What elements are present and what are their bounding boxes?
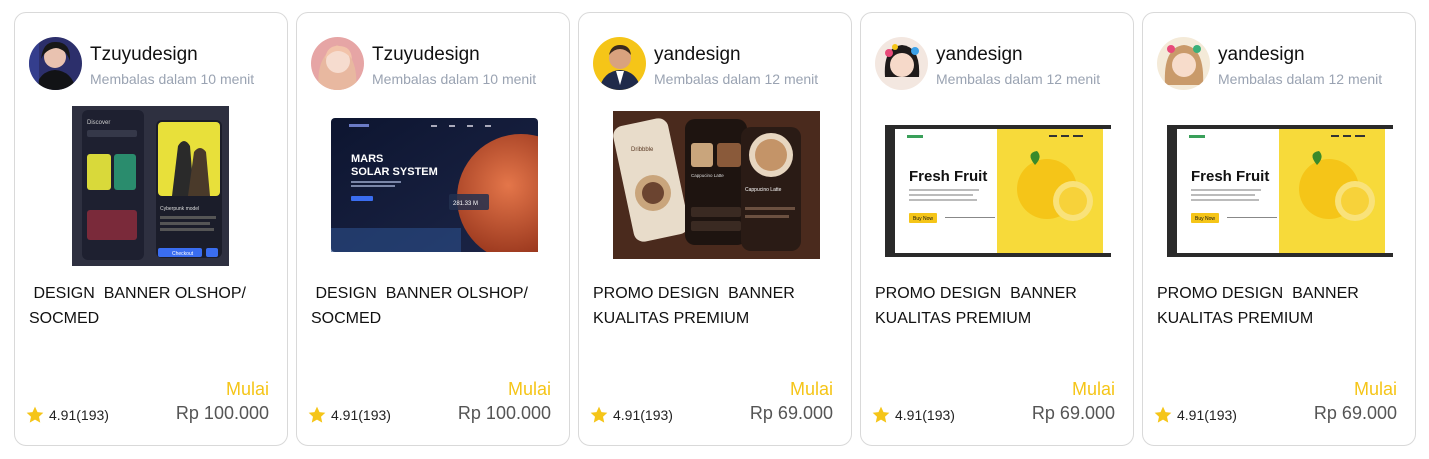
star-icon [872, 406, 890, 423]
gig-price: Rp 69.000 [1313, 403, 1397, 423]
reply-time: Membalas dalam 12 menit [936, 71, 1101, 87]
rating: 4.91(193) [871, 405, 955, 425]
thumb-brand: Dribbble [631, 147, 654, 153]
price-prefix: Mulai [789, 379, 833, 399]
thumb-item-2: Cappucino Latte [745, 187, 782, 193]
gig-title[interactable]: DESIGN BANNER OLSHOP/ SOCMED [29, 281, 279, 331]
gig-card[interactable]: Tzuyudesign Membalas dalam 10 menit MARS… [296, 12, 570, 446]
rating-value: 4.91(193) [613, 407, 673, 423]
price-prefix: Mulai [507, 379, 551, 399]
star-icon [590, 406, 608, 423]
rating: 4.91(193) [589, 405, 673, 425]
star-icon [308, 406, 326, 423]
gig-price: Rp 69.000 [1031, 403, 1115, 423]
gig-thumbnail[interactable]: Dribbble Cappucino Latte Cappucino Latte [613, 111, 820, 259]
thumb-headline: Fresh Fruit [909, 168, 987, 185]
seller-name[interactable]: Tzuyudesign [372, 44, 480, 66]
gig-title[interactable]: PROMO DESIGN BANNER KUALITAS PREMIUM [875, 281, 1125, 331]
rating-value: 4.91(193) [49, 407, 109, 423]
thumb-screen-title: Discover [87, 120, 110, 126]
star-icon [1154, 406, 1172, 423]
gig-card-row: Tzuyudesign Membalas dalam 10 menit Disc… [14, 12, 1416, 446]
rating: 4.91(193) [25, 405, 109, 425]
reply-time: Membalas dalam 12 menit [654, 71, 819, 87]
reply-time: Membalas dalam 12 menit [1218, 71, 1383, 87]
price-prefix: Mulai [1353, 379, 1397, 399]
thumb-headline-2: SOLAR SYSTEM [351, 166, 438, 178]
seller-name[interactable]: yandesign [936, 44, 1023, 66]
seller-name[interactable]: yandesign [654, 44, 741, 66]
gig-price: Rp 69.000 [749, 403, 833, 423]
gig-title[interactable]: PROMO DESIGN BANNER KUALITAS PREMIUM [1157, 281, 1407, 331]
reply-time: Membalas dalam 10 menit [90, 71, 255, 87]
gig-title[interactable]: DESIGN BANNER OLSHOP/ SOCMED [311, 281, 561, 331]
price-prefix: Mulai [225, 379, 269, 399]
seller-avatar[interactable] [875, 37, 928, 90]
rating: 4.91(193) [307, 405, 391, 425]
gig-card[interactable]: Tzuyudesign Membalas dalam 10 menit Disc… [14, 12, 288, 446]
thumb-cta: Buy Now [1195, 216, 1215, 222]
thumb-stat: 281.33 M [453, 201, 478, 207]
rating-value: 4.91(193) [331, 407, 391, 423]
seller-name[interactable]: yandesign [1218, 44, 1305, 66]
gig-title[interactable]: PROMO DESIGN BANNER KUALITAS PREMIUM [593, 281, 843, 331]
thumb-headline-1: MARS [351, 153, 383, 165]
thumb-item-1: Cappucino Latte [691, 173, 724, 178]
gig-thumbnail[interactable]: Fresh Fruit Buy Now [885, 125, 1111, 257]
thumb-headline: Fresh Fruit [1191, 168, 1269, 185]
seller-avatar[interactable] [593, 37, 646, 90]
gig-price: Rp 100.000 [457, 403, 551, 423]
gig-card[interactable]: yandesign Membalas dalam 12 menit Dribbb… [578, 12, 852, 446]
thumb-cta: Buy Now [913, 216, 933, 222]
star-icon [26, 406, 44, 423]
seller-avatar[interactable] [311, 37, 364, 90]
reply-time: Membalas dalam 10 menit [372, 71, 537, 87]
gig-price: Rp 100.000 [175, 403, 269, 423]
gig-card[interactable]: yandesign Membalas dalam 12 menit Fresh … [860, 12, 1134, 446]
price-prefix: Mulai [1071, 379, 1115, 399]
rating: 4.91(193) [1153, 405, 1237, 425]
rating-value: 4.91(193) [1177, 407, 1237, 423]
rating-value: 4.91(193) [895, 407, 955, 423]
seller-name[interactable]: Tzuyudesign [90, 44, 198, 66]
gig-card[interactable]: yandesign Membalas dalam 12 menit Fresh … [1142, 12, 1416, 446]
seller-avatar[interactable] [29, 37, 82, 90]
seller-avatar[interactable] [1157, 37, 1210, 90]
thumb-product-name: Cyberpunk model [160, 206, 199, 212]
gig-thumbnail[interactable]: MARS SOLAR SYSTEM 281.33 M [331, 118, 538, 252]
thumb-cta: Checkout [172, 251, 194, 257]
gig-thumbnail[interactable]: Fresh Fruit Buy Now [1167, 125, 1393, 257]
gig-thumbnail[interactable]: Discover Cyberpunk model Checkout [72, 106, 229, 266]
